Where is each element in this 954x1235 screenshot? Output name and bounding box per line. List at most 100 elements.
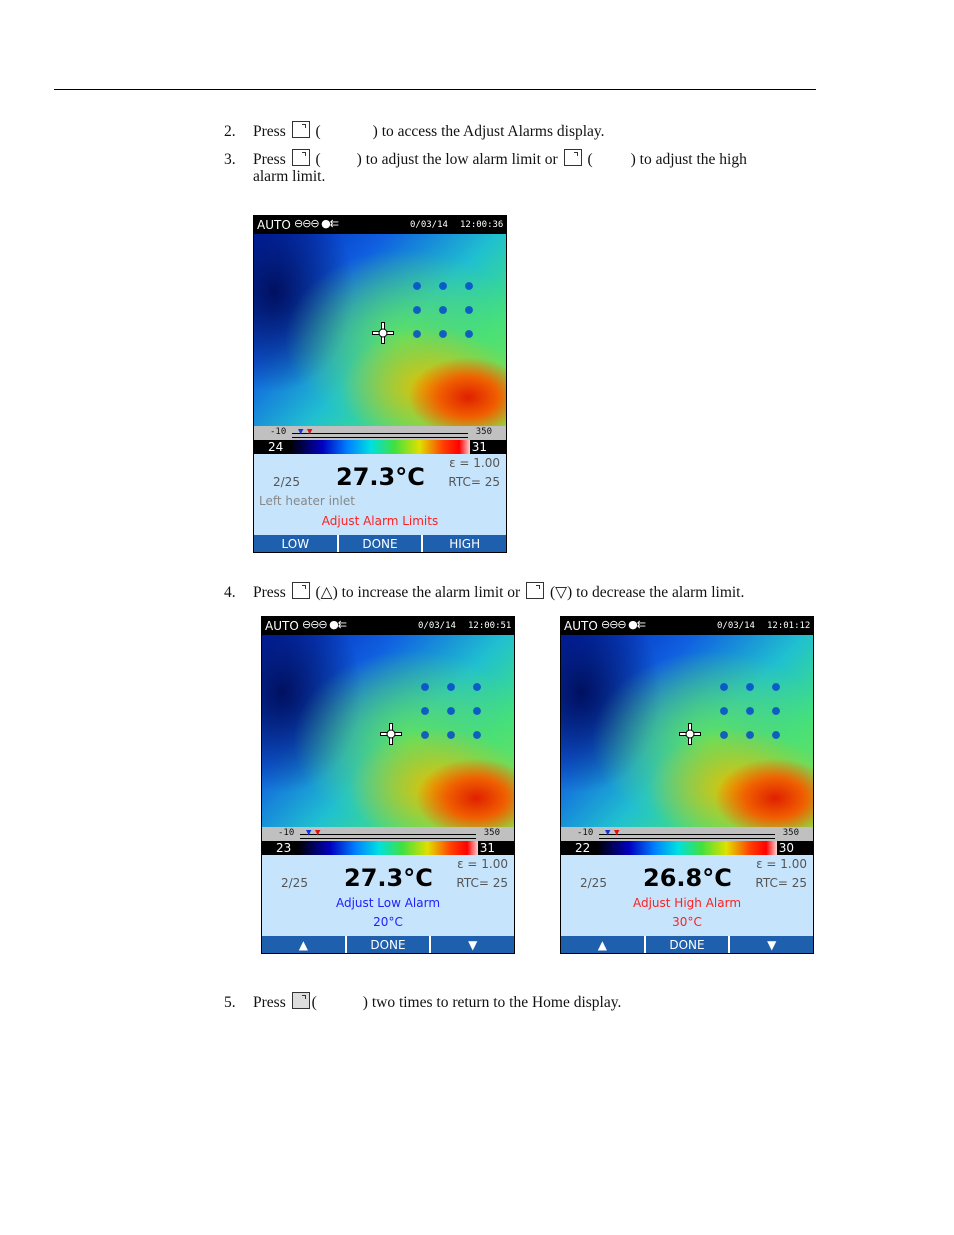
crosshair-icon [679, 723, 701, 745]
step-text: ( [315, 151, 321, 168]
step-text: (▽) to decrease the alarm limit. [549, 584, 745, 601]
alarm-value: 20°C [373, 915, 403, 929]
softkey-f2[interactable]: DONE [344, 936, 430, 953]
range-low: -10 [577, 828, 594, 838]
info-panel: ε = 1.00 2/25 27.3°C RTC= 25 Left heater… [254, 454, 506, 535]
range-track [599, 834, 775, 839]
softkey-f2[interactable]: DONE [336, 535, 422, 552]
mode-label: AUTO [265, 619, 299, 633]
camera-screen: AUTO ⊖⊖⊖ ●⇇ 0/03/14 12:00:51 -10 ▼ ▼ 350… [261, 616, 515, 954]
range-low: -10 [270, 427, 287, 437]
step-text: ( [315, 123, 321, 140]
f3-key-icon [563, 149, 582, 166]
info-panel: ε = 1.00 2/25 27.3°C RTC= 25 Adjust Low … [262, 855, 514, 936]
step-3: 3. Press () to adjust the low alarm limit… [224, 149, 747, 169]
span-low: 24 [268, 440, 284, 454]
step-number: 2. [224, 123, 236, 140]
softkey-f1[interactable]: ▲ [561, 936, 644, 953]
thermal-image [262, 635, 514, 827]
step-text: Press [253, 994, 286, 1011]
rtc-value: RTC= 25 [456, 876, 508, 890]
palette-scale: -10 ▼ ▼ 350 24 31 [254, 426, 506, 454]
range-high: 350 [475, 427, 492, 437]
low-alarm-marker-icon: ▼ [298, 427, 304, 437]
f1-key-icon [291, 149, 310, 166]
emissivity: ε = 1.00 [756, 857, 807, 871]
span-low: 22 [575, 841, 591, 855]
f1-key-icon [291, 121, 310, 138]
span-high: 31 [479, 841, 495, 855]
color-bar: 23 31 [262, 841, 514, 855]
softkey-f3[interactable]: ▼ [728, 936, 813, 953]
palette-scale: -10 ▼ ▼ 350 23 31 [262, 827, 514, 855]
low-alarm-marker-icon: ▼ [306, 828, 312, 838]
manual-page: 2. Press ( ) to access the Adjust Alarms d… [0, 0, 954, 1235]
softkey-bar: ▲ DONE ▼ [262, 936, 514, 953]
softkey-f1[interactable]: LOW [254, 535, 337, 552]
span-high: 31 [471, 440, 487, 454]
camera-screen: AUTO ⊖⊖⊖ ●⇇ 0/03/14 12:00:36 -10 ▼ ▼ 350… [253, 215, 507, 553]
mode-label: AUTO [257, 218, 291, 232]
alarm-message: Adjust Low Alarm [335, 896, 441, 910]
step-2: 2. Press ( ) to access the Adjust Alarms d… [224, 121, 605, 141]
step-text: ) to adjust the high [630, 151, 747, 168]
rtc-value: RTC= 25 [755, 876, 807, 890]
image-note: Left heater inlet [259, 494, 355, 508]
alarm-message: Adjust Alarm Limits [321, 514, 439, 528]
palette-scale: -10 ▼ ▼ 350 22 30 [561, 827, 813, 855]
battery-usb-icon: ⊖⊖⊖ ●⇇ [302, 618, 347, 631]
header-rule [54, 89, 816, 90]
step-text: Press [253, 584, 286, 601]
step-number: 3. [224, 151, 236, 168]
f3-key-icon [526, 582, 545, 599]
time: 12:01:12 [767, 621, 811, 631]
step-number: 5. [224, 994, 236, 1011]
crosshair-icon [380, 723, 402, 745]
alarm-value: 30°C [672, 915, 702, 929]
range-high: 350 [782, 828, 799, 838]
status-bar: AUTO ⊖⊖⊖ ●⇇ 0/03/14 12:00:51 [262, 617, 514, 635]
center-temperature: 26.8°C [643, 864, 732, 892]
high-alarm-marker-icon: ▼ [315, 828, 321, 838]
step-text: ( [587, 151, 593, 168]
status-bar: AUTO ⊖⊖⊖ ●⇇ 0/03/14 12:00:36 [254, 216, 506, 234]
crosshair-icon [372, 322, 394, 344]
time: 12:00:36 [460, 220, 504, 230]
span-high: 30 [778, 841, 794, 855]
softkey-bar: LOW DONE HIGH [254, 535, 506, 552]
step-5: 5. Press ( ) two times to return to the Ho… [224, 992, 621, 1012]
camera-screen: AUTO ⊖⊖⊖ ●⇇ 0/03/14 12:01:12 -10 ▼ ▼ 350… [560, 616, 814, 954]
step-text: ) to access the Adjust Alarms display. [372, 123, 605, 140]
step-3-cont: alarm limit. [253, 168, 326, 185]
softkey-f2[interactable]: DONE [643, 936, 729, 953]
thermal-detail [711, 675, 791, 745]
softkey-f3[interactable]: ▼ [429, 936, 514, 953]
palette-gradient [290, 440, 470, 454]
step-4: 4. Press (△) to increase the alarm limit … [224, 582, 744, 602]
range-low: -10 [278, 828, 295, 838]
high-alarm-marker-icon: ▼ [307, 427, 313, 437]
mode-label: AUTO [564, 619, 598, 633]
range-track [292, 433, 468, 438]
step-text: ) two times to return to the Home displa… [362, 994, 622, 1011]
time: 12:00:51 [468, 621, 512, 631]
step-text: (△) to increase the alarm limit or [315, 584, 521, 601]
softkey-f1[interactable]: ▲ [262, 936, 345, 953]
battery-usb-icon: ⊖⊖⊖ ●⇇ [294, 217, 339, 230]
step-text: ( [311, 994, 317, 1011]
step-text: Press [253, 123, 286, 140]
step-text: ) to adjust the low alarm limit or [356, 151, 558, 168]
thermal-detail [412, 675, 492, 745]
rtc-value: RTC= 25 [448, 475, 500, 489]
softkey-bar: ▲ DONE ▼ [561, 936, 813, 953]
softkey-f3[interactable]: HIGH [421, 535, 506, 552]
center-temperature: 27.3°C [344, 864, 433, 892]
image-count: 2/25 [580, 876, 607, 890]
span-low: 23 [276, 841, 292, 855]
thermal-detail [404, 274, 484, 344]
battery-usb-icon: ⊖⊖⊖ ●⇇ [601, 618, 646, 631]
color-bar: 22 30 [561, 841, 813, 855]
range-track [300, 834, 476, 839]
range-high: 350 [483, 828, 500, 838]
emissivity: ε = 1.00 [457, 857, 508, 871]
